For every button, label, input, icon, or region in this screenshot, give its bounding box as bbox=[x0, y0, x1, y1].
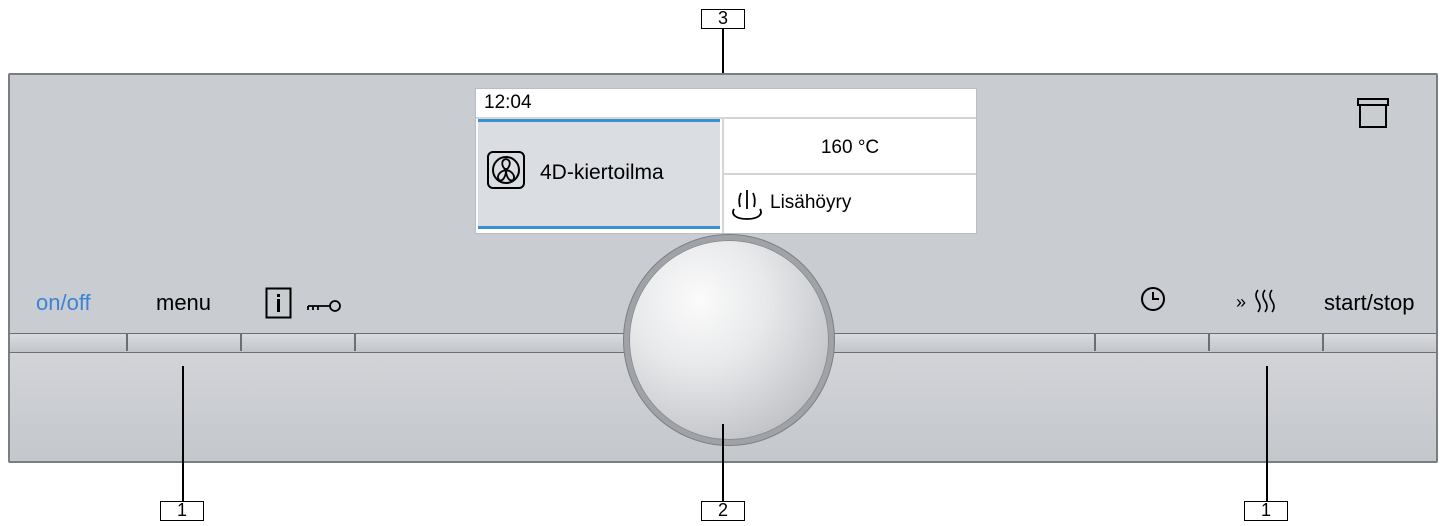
oven-door-icon bbox=[1356, 97, 1390, 134]
steam-boost-icon[interactable]: » bbox=[1236, 288, 1286, 319]
steam-icon bbox=[729, 187, 765, 226]
display-divider bbox=[722, 117, 724, 233]
info-icon[interactable] bbox=[265, 287, 293, 324]
display-temperature[interactable]: 160 °C bbox=[724, 137, 976, 159]
key-icon[interactable] bbox=[304, 296, 344, 321]
button-divider bbox=[1322, 333, 1324, 351]
startstop-button[interactable]: start/stop bbox=[1324, 290, 1414, 316]
highlight-bar bbox=[478, 226, 720, 229]
display-screen: 12:04 4D-kiertoilma 160 °C Lisähöyry bbox=[475, 88, 977, 234]
svg-text:»: » bbox=[1236, 292, 1246, 312]
callout-2: 2 bbox=[701, 501, 745, 521]
button-divider bbox=[126, 333, 128, 351]
callout-3: 3 bbox=[701, 9, 745, 29]
display-mode-label: 4D-kiertoilma bbox=[540, 161, 664, 184]
leader-line-1-right bbox=[1266, 366, 1268, 501]
control-panel: on/off menu » start/stop 12:04 4D-kierto… bbox=[8, 73, 1438, 463]
fan-icon bbox=[487, 151, 525, 189]
onoff-button[interactable]: on/off bbox=[36, 290, 91, 316]
display-divider bbox=[722, 173, 976, 175]
rotary-knob-face[interactable] bbox=[629, 240, 829, 440]
display-time: 12:04 bbox=[484, 92, 532, 113]
button-divider bbox=[1094, 333, 1096, 351]
display-mode-panel[interactable]: 4D-kiertoilma bbox=[478, 119, 720, 229]
highlight-bar bbox=[478, 119, 720, 122]
leader-line-2 bbox=[722, 424, 724, 501]
button-divider bbox=[240, 333, 242, 351]
rotary-knob[interactable] bbox=[624, 235, 834, 445]
menu-button[interactable]: menu bbox=[156, 290, 211, 316]
callout-1-left: 1 bbox=[160, 501, 204, 521]
callout-1-right: 1 bbox=[1244, 501, 1288, 521]
button-divider bbox=[1208, 333, 1210, 351]
display-steam-option[interactable]: Lisähöyry bbox=[770, 192, 851, 214]
leader-line-1-left bbox=[182, 366, 184, 501]
button-divider bbox=[354, 333, 356, 351]
clock-icon[interactable] bbox=[1140, 286, 1166, 317]
